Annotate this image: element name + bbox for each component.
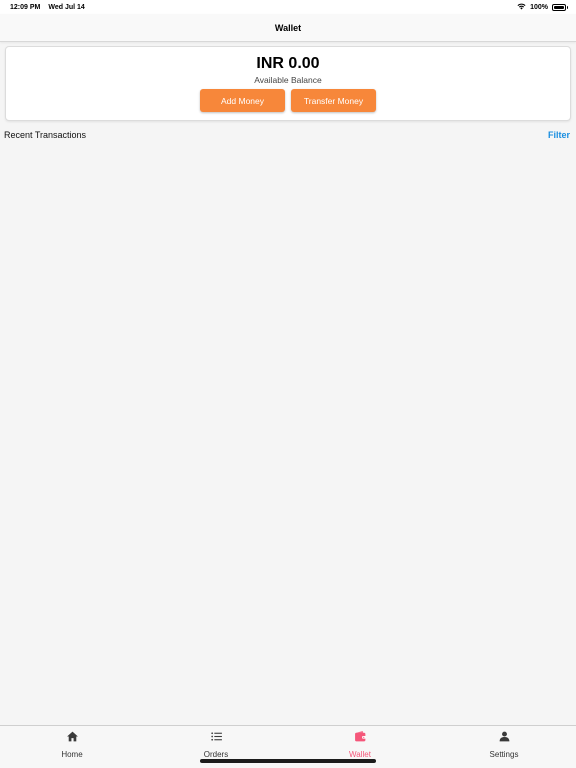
- status-date: Wed Jul 14: [48, 3, 85, 11]
- tab-label-orders: Orders: [203, 750, 229, 759]
- tab-label-home: Home: [61, 750, 83, 759]
- transfer-money-button[interactable]: Transfer Money: [291, 89, 376, 112]
- home-icon: [66, 730, 79, 748]
- balance-card: INR 0.00 Available Balance Add Money Tra…: [5, 46, 571, 121]
- home-indicator[interactable]: [200, 759, 376, 763]
- wifi-icon: [517, 3, 526, 12]
- status-left: 12:09 PM Wed Jul 14: [10, 4, 85, 11]
- transactions-header: Recent Transactions Filter: [0, 128, 576, 142]
- navigation-bar: Wallet: [0, 14, 576, 42]
- recent-transactions-title: Recent Transactions: [4, 130, 87, 140]
- tab-settings[interactable]: Settings: [432, 726, 576, 768]
- filter-button[interactable]: Filter: [548, 130, 570, 140]
- status-right: 100%: [517, 3, 568, 12]
- status-time: 12:09 PM: [10, 3, 41, 11]
- wallet-icon: [354, 730, 367, 748]
- list-icon: [210, 730, 223, 748]
- battery-icon: [552, 3, 568, 11]
- page-title: Wallet: [274, 22, 302, 33]
- tab-label-wallet: Wallet: [349, 750, 371, 759]
- balance-label: Available Balance: [254, 75, 322, 85]
- add-money-button[interactable]: Add Money: [200, 89, 285, 112]
- battery-fill: [554, 5, 564, 9]
- status-bar: 12:09 PM Wed Jul 14 100%: [0, 0, 576, 14]
- balance-amount: INR 0.00: [256, 55, 320, 72]
- battery-percent: 100%: [530, 3, 548, 11]
- tab-label-settings: Settings: [489, 750, 519, 759]
- tab-home[interactable]: Home: [0, 726, 144, 768]
- balance-actions: Add Money Transfer Money: [200, 89, 376, 112]
- person-icon: [498, 730, 511, 748]
